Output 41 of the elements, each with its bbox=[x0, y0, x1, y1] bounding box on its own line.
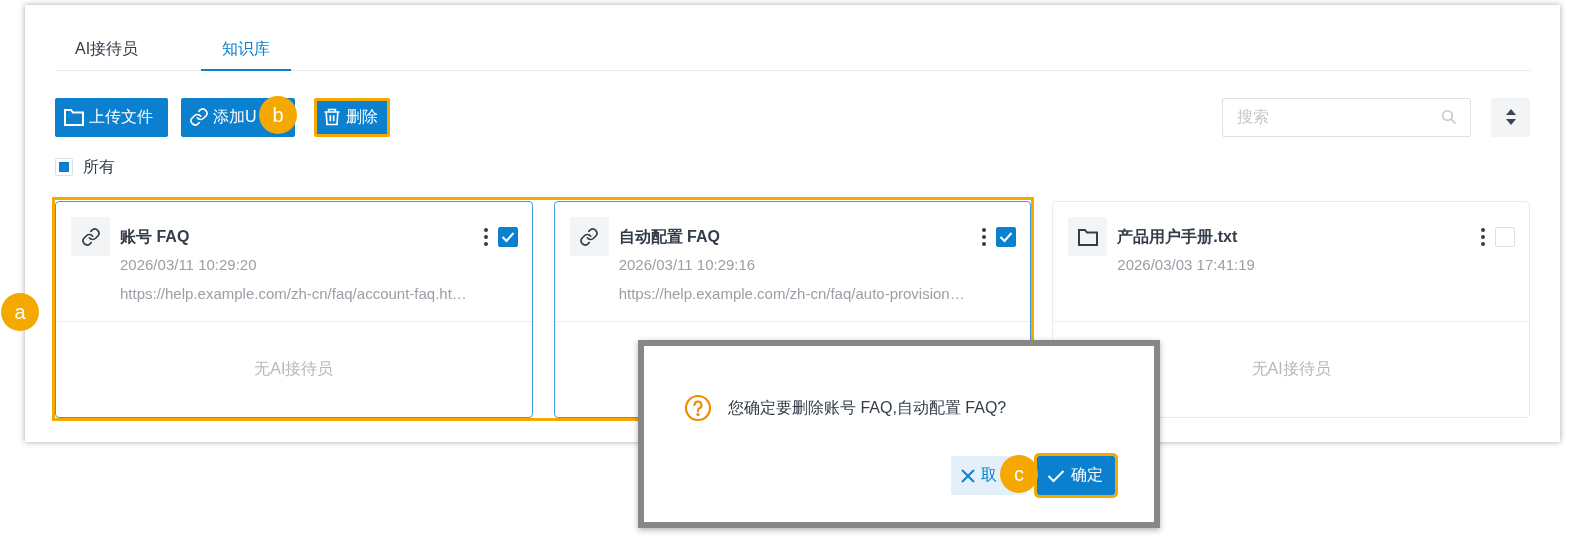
card-checkbox[interactable] bbox=[996, 227, 1017, 247]
delete-button[interactable]: 删除 bbox=[314, 97, 390, 137]
folder-icon bbox=[1076, 226, 1099, 247]
knowledge-card[interactable]: 账号 FAQ 2026/03/11 10:29:20 https://help.example.com/zh-cn/faq/account-faq.ht… 无AI接待员 bbox=[55, 201, 533, 418]
select-all-label: 所有 bbox=[83, 156, 115, 177]
select-all-checkbox[interactable] bbox=[55, 158, 73, 176]
sort-icon bbox=[1504, 108, 1517, 126]
close-icon bbox=[961, 468, 975, 483]
check-icon bbox=[1047, 468, 1065, 483]
upload-button[interactable]: 上传文件 bbox=[55, 97, 168, 137]
card-footer-text: 无AI接待员 bbox=[1251, 359, 1331, 379]
sort-button[interactable] bbox=[1491, 97, 1530, 137]
link-icon bbox=[80, 226, 101, 247]
card-footer-text: 无AI接待员 bbox=[254, 359, 334, 379]
more-icon[interactable] bbox=[982, 228, 987, 246]
callout-tooltip: a bbox=[1, 293, 39, 331]
more-icon[interactable] bbox=[483, 228, 488, 246]
confirm-button[interactable]: 确定 bbox=[1037, 456, 1115, 495]
card-checkbox[interactable] bbox=[497, 227, 518, 247]
card-date: 2026/03/11 10:29:20 bbox=[120, 256, 258, 275]
card-title: 产品用户手册.txt bbox=[1117, 226, 1239, 247]
question-icon bbox=[684, 394, 712, 422]
trash-icon bbox=[322, 107, 342, 127]
more-icon[interactable] bbox=[1481, 228, 1485, 246]
check-icon bbox=[999, 231, 1014, 243]
card-title: 账号 FAQ bbox=[120, 226, 191, 247]
card-title: 自动配置 FAQ bbox=[618, 226, 721, 247]
card-date: 2026/03/11 10:29:16 bbox=[618, 256, 757, 275]
search-field[interactable]: 搜索 bbox=[1222, 97, 1471, 137]
folder-icon bbox=[63, 107, 85, 127]
tab[interactable]: AI接待员 bbox=[55, 29, 201, 71]
card-date: 2026/03/03 17:41:19 bbox=[1117, 256, 1256, 275]
card-url: https://help.example.com/zh-cn/faq/account-faq.ht… bbox=[120, 285, 468, 304]
search-icon bbox=[1441, 108, 1457, 125]
dialog-message: 您确定要删除账号 FAQ,自动配置 FAQ? bbox=[728, 397, 1007, 418]
tab[interactable]: 知识库 bbox=[201, 29, 291, 71]
check-icon bbox=[500, 231, 515, 243]
link-icon bbox=[579, 226, 600, 247]
knowledge-card[interactable]: 产品用户手册.txt 2026/03/03 17:41:19 无AI接待员 bbox=[1052, 201, 1530, 418]
link-icon bbox=[189, 107, 209, 127]
card-url: https://help.example.com/zh-cn/faq/auto-provision… bbox=[618, 285, 966, 304]
